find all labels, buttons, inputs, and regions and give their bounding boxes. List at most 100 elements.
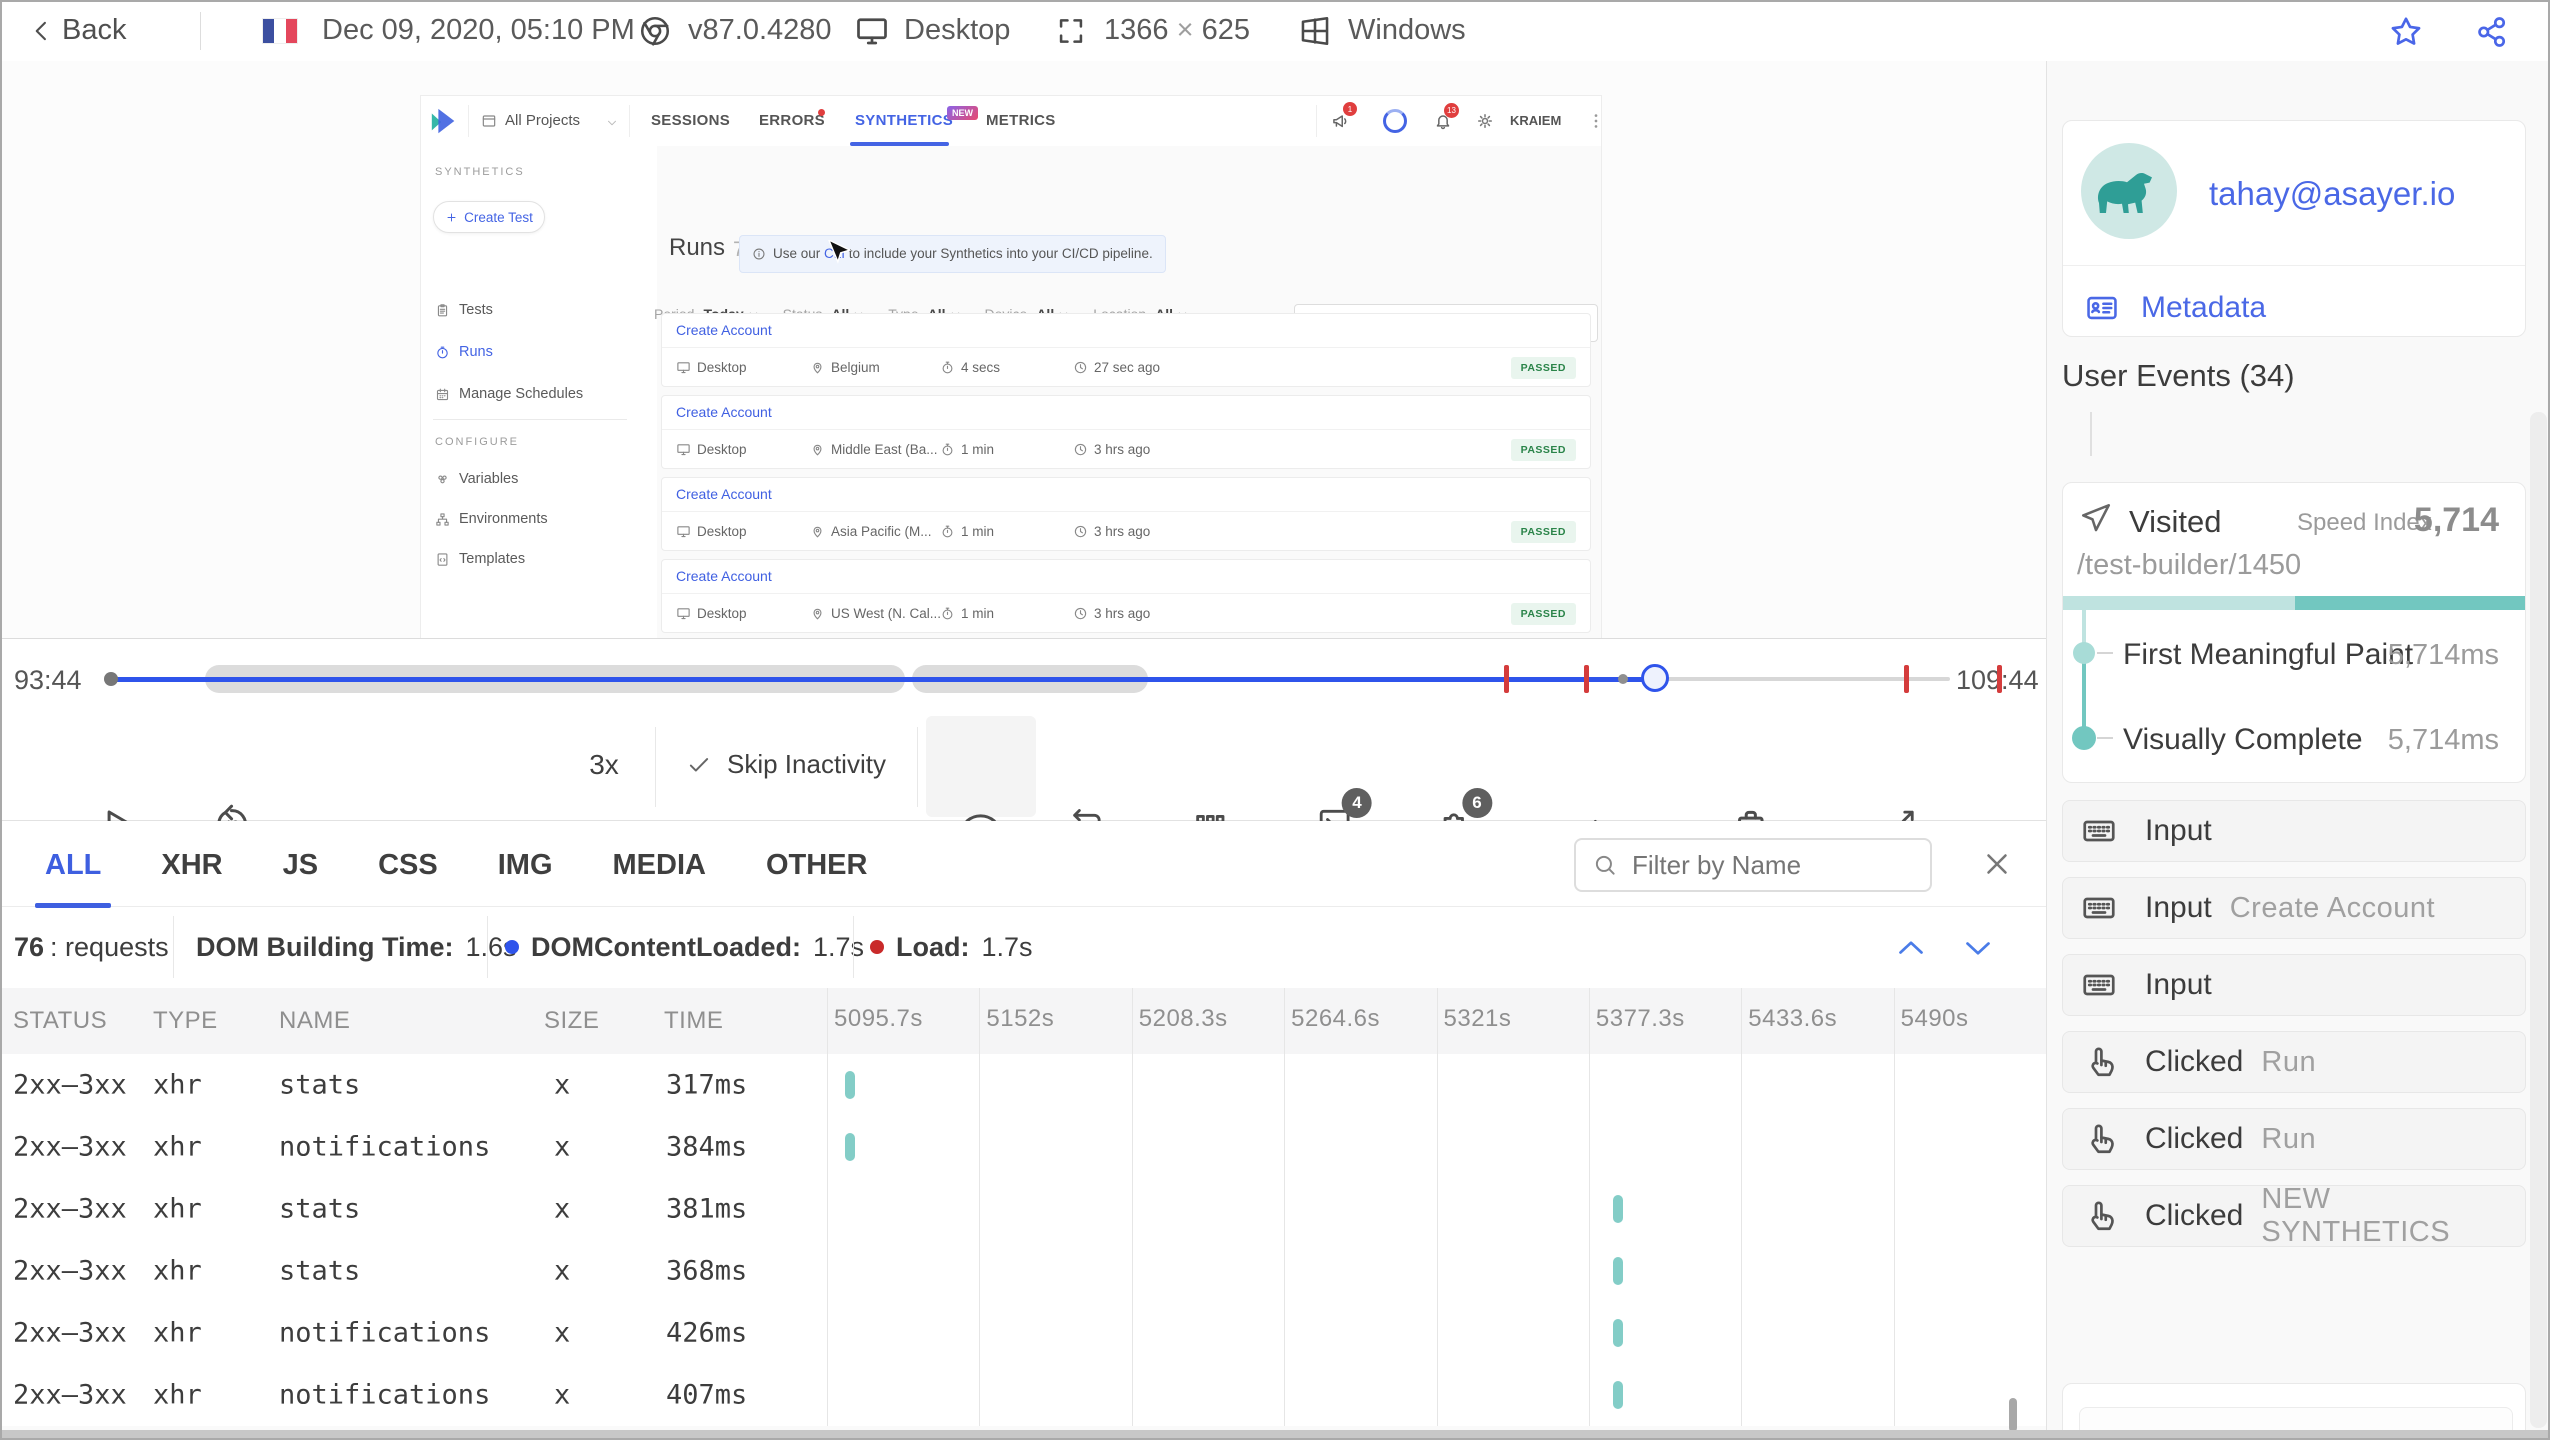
- user-events-title: User Events (34): [2062, 358, 2295, 393]
- stopwatch-icon: [942, 525, 953, 538]
- request-row[interactable]: 2xx–3xx xhr stats x 381ms: [0, 1178, 2046, 1240]
- cell-name: notifications: [279, 1131, 491, 1163]
- announcements-badge: 1: [1343, 102, 1357, 116]
- user-event-item[interactable]: Input: [2062, 800, 2526, 862]
- network-tab[interactable]: ALL: [34, 847, 112, 908]
- run-card[interactable]: Create Account Desktop Middle East (Ba..…: [661, 395, 1591, 469]
- request-row[interactable]: 2xx–3xx xhr notifications x 407ms: [0, 1364, 2046, 1426]
- tab-errors[interactable]: ERRORS: [759, 96, 825, 146]
- network-tab[interactable]: IMG: [498, 847, 553, 883]
- visited-card[interactable]: Visited Speed Index 5,714 /test-builder/…: [2062, 482, 2526, 783]
- filter-input[interactable]: [1630, 848, 1914, 882]
- replay-viewport: All Projects SESSIONS ERRORS SYNTHETICS …: [0, 61, 2046, 638]
- favorite-star-icon[interactable]: [2388, 14, 2424, 50]
- chevron-down-icon[interactable]: [606, 117, 618, 129]
- new-badge: NEW: [947, 106, 978, 120]
- run-title[interactable]: Create Account: [662, 396, 1590, 430]
- notifications-bell-icon[interactable]: 13: [1433, 103, 1459, 131]
- playhead[interactable]: [1641, 664, 1669, 692]
- metadata-button[interactable]: Metadata: [2085, 279, 2266, 337]
- timing-bar: [845, 1133, 855, 1161]
- sidebar-item-variables[interactable]: Variables: [435, 464, 518, 494]
- user-event-item[interactable]: Input Create Account: [2062, 877, 2526, 939]
- pointer-icon: [2081, 1198, 2117, 1234]
- close-panel-icon[interactable]: [1980, 847, 2014, 881]
- speed-toggle[interactable]: 3x: [589, 713, 619, 816]
- gear-icon[interactable]: [1475, 111, 1495, 131]
- sidebar-item-runs[interactable]: Runs: [435, 337, 493, 367]
- user-menu[interactable]: KRAIEM: [1510, 96, 1561, 146]
- col-type[interactable]: TYPE: [153, 988, 218, 1054]
- project-selector[interactable]: All Projects: [505, 96, 580, 146]
- tab-sessions[interactable]: SESSIONS: [651, 96, 730, 146]
- errors-dot: [818, 109, 825, 116]
- run-ago: 27 sec ago: [1073, 360, 1511, 375]
- pin-icon: [813, 526, 822, 538]
- network-tab[interactable]: MEDIA: [613, 847, 706, 883]
- status-badge: PASSED: [1510, 520, 1576, 543]
- dom-building-time: DOM Building Time: 1.6s: [196, 931, 517, 962]
- clipboard-icon: [437, 303, 448, 316]
- request-row[interactable]: 2xx–3xx xhr stats x 317ms: [0, 1054, 2046, 1116]
- pointer-icon: [2081, 1121, 2117, 1157]
- col-status[interactable]: STATUS: [13, 988, 107, 1054]
- events-connector: [2090, 412, 2092, 456]
- assist-spinner-icon: [1383, 109, 1407, 133]
- network-tab[interactable]: JS: [283, 847, 318, 883]
- sidebar-item-tests[interactable]: Tests: [435, 295, 493, 325]
- sidebar-item-templates[interactable]: Templates: [435, 544, 525, 574]
- fmp-dot: [2073, 642, 2095, 664]
- timing-bar: [845, 1071, 855, 1099]
- jump-up-icon[interactable]: [1893, 930, 1929, 966]
- monitor-icon: [677, 444, 690, 456]
- request-row[interactable]: 2xx–3xx xhr notifications x 426ms: [0, 1302, 2046, 1364]
- col-name[interactable]: NAME: [279, 988, 350, 1054]
- error-tick[interactable]: [1997, 665, 2002, 693]
- browser-version: v87.0.4280: [688, 14, 832, 46]
- sidebar-item-environments[interactable]: Environments: [435, 504, 548, 534]
- back-button[interactable]: Back: [62, 0, 126, 61]
- user-event-item[interactable]: Clicked NEW SYNTHETICS: [2062, 1183, 2526, 1248]
- variables-icon: [438, 474, 447, 483]
- error-tick[interactable]: [1904, 665, 1909, 693]
- user-event-item[interactable]: Input: [2062, 954, 2526, 1016]
- network-tab[interactable]: OTHER: [766, 847, 868, 883]
- request-row[interactable]: 2xx–3xx xhr stats x 368ms: [0, 1240, 2046, 1302]
- run-card[interactable]: Create Account Desktop Asia Pacific (M..…: [661, 477, 1591, 551]
- timeline-event-dot: [1618, 674, 1628, 684]
- tab-synthetics[interactable]: SYNTHETICS: [855, 96, 953, 146]
- run-location: Belgium: [810, 360, 940, 375]
- tab-metrics[interactable]: METRICS: [986, 96, 1056, 146]
- error-tick[interactable]: [1584, 665, 1589, 693]
- france-flag-icon: [262, 18, 298, 44]
- create-test-button[interactable]: Create Test: [433, 201, 545, 233]
- sidebar-item-manage-schedules[interactable]: Manage Schedules: [435, 379, 583, 409]
- run-title[interactable]: Create Account: [662, 478, 1590, 512]
- error-tick[interactable]: [1504, 665, 1509, 693]
- user-event-item[interactable]: Clicked Run: [2062, 1031, 2526, 1093]
- timeline[interactable]: 93:44 109:44: [0, 639, 2046, 715]
- share-icon[interactable]: [2474, 14, 2510, 50]
- kebab-menu-icon[interactable]: [1586, 111, 1601, 131]
- jump-down-icon[interactable]: [1960, 930, 1996, 966]
- panel-scrollbar-track[interactable]: [2530, 412, 2547, 1428]
- network-tab[interactable]: CSS: [378, 847, 438, 883]
- run-card[interactable]: Create Account Desktop US West (N. Cal..…: [661, 559, 1591, 633]
- user-email-link[interactable]: tahay@asayer.io: [2209, 175, 2455, 213]
- col-time[interactable]: TIME: [664, 988, 723, 1054]
- cell-status: 2xx–3xx: [13, 1379, 127, 1411]
- skip-inactivity-toggle[interactable]: Skip Inactivity: [686, 713, 886, 816]
- run-card[interactable]: Create Account Desktop Belgium 4 secs 27…: [661, 313, 1591, 387]
- col-size[interactable]: SIZE: [544, 988, 599, 1054]
- request-row[interactable]: 2xx–3xx xhr notifications x 384ms: [0, 1116, 2046, 1178]
- timeline-progress[interactable]: [110, 676, 1655, 682]
- table-scrollbar-thumb[interactable]: [2009, 1398, 2017, 1432]
- run-title[interactable]: Create Account: [662, 314, 1590, 348]
- network-tab[interactable]: XHR: [161, 847, 222, 883]
- announcements-icon[interactable]: 1: [1331, 102, 1357, 131]
- clock-icon: [1074, 525, 1087, 538]
- metric-value: 5,714ms: [2387, 639, 2499, 671]
- timing-bar: [1613, 1319, 1623, 1347]
- user-event-item[interactable]: Clicked Run: [2062, 1108, 2526, 1170]
- run-title[interactable]: Create Account: [662, 560, 1590, 594]
